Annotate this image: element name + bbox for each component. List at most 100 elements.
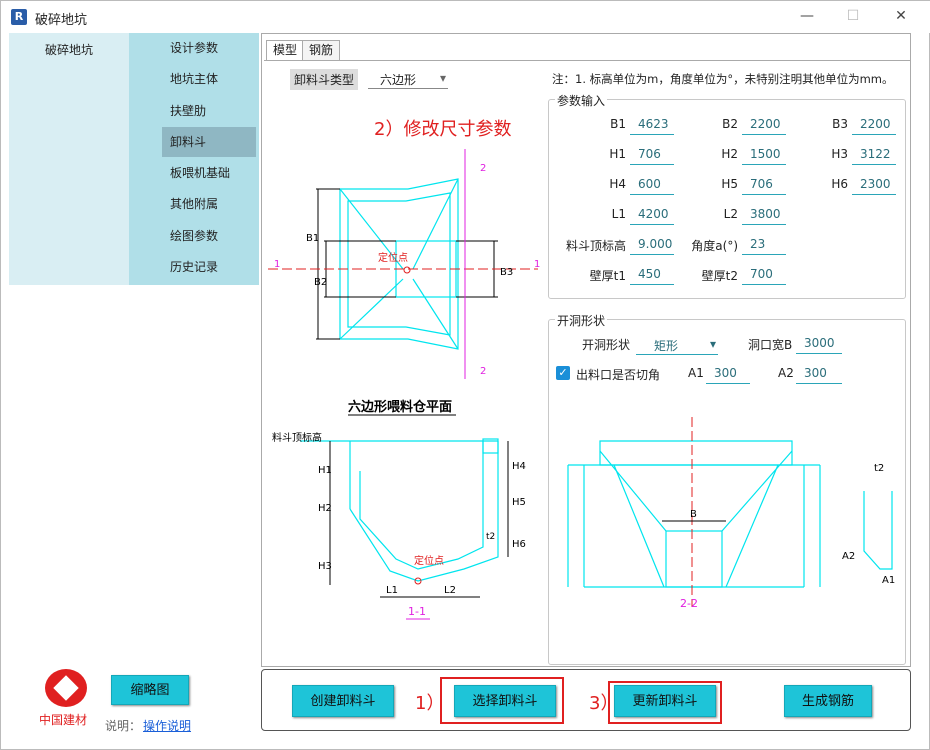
update-hopper-button[interactable]: 更新卸料斗 bbox=[614, 685, 716, 717]
svg-text:L1: L1 bbox=[386, 585, 398, 596]
param-input-14[interactable]: 700 bbox=[742, 265, 786, 285]
menu-item-accessories[interactable]: 其他附属 bbox=[162, 189, 256, 219]
param-label-7: H5 bbox=[721, 177, 738, 191]
param-label-2: B3 bbox=[832, 117, 848, 131]
param-label-14: 壁厚t2 bbox=[701, 269, 738, 283]
svg-text:t2: t2 bbox=[874, 463, 884, 474]
svg-text:A2: A2 bbox=[842, 551, 855, 562]
window-title: 破碎地坑 bbox=[35, 13, 88, 28]
main-window: R 破碎地坑 — ☐ ✕ 破碎地坑 设计参数 地坑主体 扶壁肋 卸料斗 板喂机基… bbox=[0, 0, 930, 750]
param-input-7[interactable]: 706 bbox=[742, 175, 786, 195]
param-label-5: H3 bbox=[831, 147, 848, 161]
param-input-6[interactable]: 600 bbox=[630, 175, 674, 195]
svg-text:1: 1 bbox=[274, 259, 280, 270]
generate-rebar-button[interactable]: 生成钢筋 bbox=[784, 685, 872, 717]
opening-width-label: 洞口宽B bbox=[748, 338, 793, 352]
svg-text:定位点: 定位点 bbox=[414, 554, 444, 567]
app-icon: R bbox=[11, 9, 27, 25]
svg-text:H3: H3 bbox=[318, 561, 332, 572]
chamfer-checkbox[interactable]: ✓ bbox=[556, 366, 570, 380]
opening-shape-label: 开洞形状 bbox=[582, 338, 631, 352]
opening-shape-select[interactable]: 矩形 ▾ bbox=[636, 337, 718, 355]
opening-width-input[interactable]: 3000 bbox=[796, 334, 842, 354]
param-input-0[interactable]: 4623 bbox=[630, 115, 674, 135]
tab-rebar[interactable]: 钢筋 bbox=[302, 40, 341, 60]
menu-item-pit-body[interactable]: 地坑主体 bbox=[162, 64, 256, 94]
param-input-9[interactable]: 4200 bbox=[630, 205, 674, 225]
create-hopper-button[interactable]: 创建卸料斗 bbox=[292, 685, 394, 717]
loc-point-label: 定位点 bbox=[378, 251, 408, 264]
tab-content: 卸料斗类型 六边形 ▾ 注：1. 标高单位为m，角度单位为°，未特别注明其他单位… bbox=[264, 60, 910, 665]
menu-item-design-params[interactable]: 设计参数 bbox=[162, 33, 256, 63]
opening-shape-value: 矩形 bbox=[654, 339, 679, 353]
section2-title: 2-2 bbox=[680, 597, 698, 610]
param-label-4: H2 bbox=[721, 147, 738, 161]
minimize-button[interactable]: — bbox=[787, 5, 827, 29]
hopper-type-select[interactable]: 六边形 ▾ bbox=[368, 71, 448, 89]
a2-input[interactable]: 300 bbox=[796, 364, 842, 384]
opening-group-title: 开洞形状 bbox=[555, 312, 608, 329]
side-menu: 设计参数 地坑主体 扶壁肋 卸料斗 板喂机基础 其他附属 绘图参数 历史记录 bbox=[129, 33, 259, 285]
left-nav: 破碎地坑 bbox=[9, 33, 129, 285]
hopper-type-value: 六边形 bbox=[380, 73, 417, 87]
param-input-12[interactable]: 23 bbox=[742, 235, 786, 255]
close-button[interactable]: ✕ bbox=[881, 5, 921, 29]
left-nav-title[interactable]: 破碎地坑 bbox=[9, 41, 129, 58]
a1-input[interactable]: 300 bbox=[706, 364, 750, 384]
param-label-0: B1 bbox=[610, 117, 626, 131]
param-input-11[interactable]: 9.000 bbox=[630, 235, 674, 255]
svg-text:A1: A1 bbox=[882, 575, 895, 586]
param-label-12: 角度a(°) bbox=[691, 239, 738, 253]
svg-text:B3: B3 bbox=[500, 267, 513, 278]
params-group-title: 参数输入 bbox=[555, 92, 608, 109]
select-hopper-button[interactable]: 选择卸料斗 bbox=[454, 685, 556, 717]
param-input-5[interactable]: 3122 bbox=[852, 145, 896, 165]
param-label-1: B2 bbox=[722, 117, 738, 131]
menu-item-hopper[interactable]: 卸料斗 bbox=[162, 127, 256, 157]
company-logo bbox=[45, 669, 87, 707]
param-input-4[interactable]: 1500 bbox=[742, 145, 786, 165]
help-link[interactable]: 操作说明 bbox=[143, 717, 191, 734]
param-input-10[interactable]: 3800 bbox=[742, 205, 786, 225]
param-input-2[interactable]: 2200 bbox=[852, 115, 896, 135]
svg-text:H4: H4 bbox=[512, 461, 526, 472]
top-elev-label: 料斗顶标高 bbox=[272, 431, 322, 444]
logo-text: 中国建材 bbox=[39, 713, 88, 727]
param-input-13[interactable]: 450 bbox=[630, 265, 674, 285]
param-input-8[interactable]: 2300 bbox=[852, 175, 896, 195]
menu-item-history[interactable]: 历史记录 bbox=[162, 252, 256, 282]
svg-text:t2: t2 bbox=[486, 532, 495, 542]
param-input-3[interactable]: 706 bbox=[630, 145, 674, 165]
chevron-down-icon: ▾ bbox=[439, 71, 446, 85]
param-label-8: H6 bbox=[831, 177, 848, 191]
chamfer-label: 出料口是否切角 bbox=[576, 368, 661, 382]
svg-text:H1: H1 bbox=[318, 465, 332, 476]
desc-label: 说明： bbox=[105, 719, 142, 733]
param-label-6: H4 bbox=[609, 177, 626, 191]
param-label-9: L1 bbox=[611, 207, 626, 221]
section-title: 1-1 bbox=[408, 605, 426, 618]
menu-item-feeder-base[interactable]: 板喂机基础 bbox=[162, 158, 256, 188]
svg-text:2: 2 bbox=[480, 163, 486, 174]
svg-text:B: B bbox=[690, 509, 697, 520]
unit-note: 注：1. 标高单位为m，角度单位为°，未特别注明其他单位为mm。 bbox=[552, 72, 894, 86]
hopper-type-label: 卸料斗类型 bbox=[290, 69, 359, 90]
param-label-13: 壁厚t1 bbox=[589, 269, 626, 283]
chevron-down-icon: ▾ bbox=[709, 337, 716, 351]
svg-text:B1: B1 bbox=[306, 233, 319, 244]
menu-item-drawing-params[interactable]: 绘图参数 bbox=[162, 221, 256, 251]
param-label-3: H1 bbox=[609, 147, 626, 161]
tab-model[interactable]: 模型 bbox=[266, 40, 305, 61]
svg-text:B2: B2 bbox=[314, 277, 327, 288]
param-label-11: 料斗顶标高 bbox=[565, 239, 626, 253]
svg-text:2: 2 bbox=[480, 366, 486, 377]
param-input-1[interactable]: 2200 bbox=[742, 115, 786, 135]
maximize-button[interactable]: ☐ bbox=[833, 5, 873, 29]
thumbnail-button[interactable]: 缩略图 bbox=[111, 675, 189, 705]
a2-label: A2 bbox=[778, 366, 794, 380]
svg-text:L2: L2 bbox=[444, 585, 456, 596]
step2-annotation: 2）修改尺寸参数 bbox=[374, 119, 512, 140]
main-panel: 模型 钢筋 卸料斗类型 六边形 ▾ 注：1. 标高单位为m，角度单位为°，未特别… bbox=[261, 33, 911, 667]
a1-label: A1 bbox=[688, 366, 704, 380]
menu-item-buttress[interactable]: 扶壁肋 bbox=[162, 96, 256, 126]
